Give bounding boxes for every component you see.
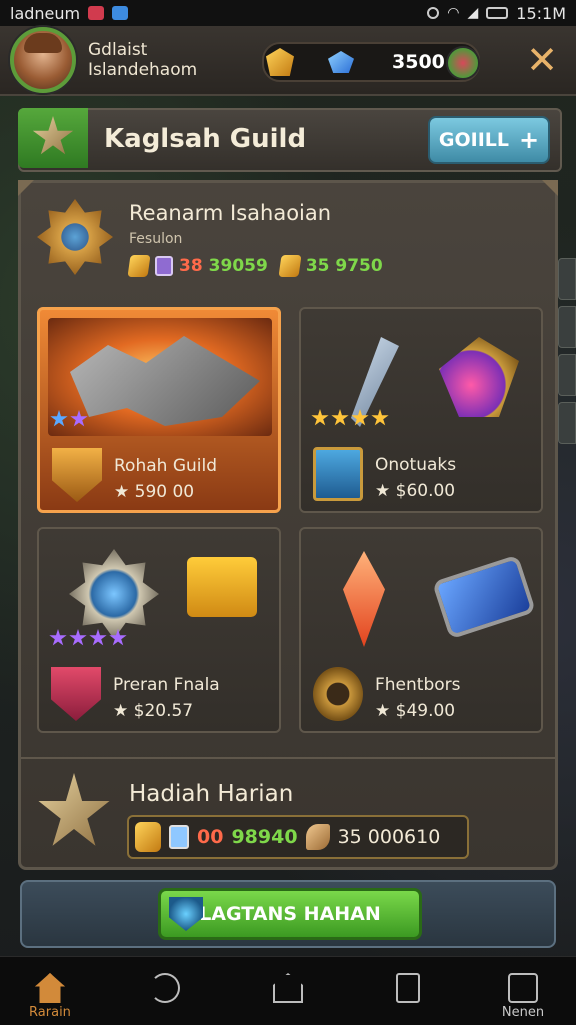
card-price: ★ 590 00 (114, 482, 195, 502)
player-name: Gdlaist Islandehaom (88, 40, 197, 80)
crystal-icon (343, 551, 385, 647)
card-art (309, 537, 537, 655)
profile-icon (508, 973, 538, 1003)
card-name: Fhentbors (375, 675, 461, 695)
crest-icon (51, 667, 101, 721)
clock: 15:1M (516, 3, 566, 23)
app-notification-icon (88, 6, 105, 20)
featured-title: Reanarm Isahaoian (129, 201, 332, 225)
rating-stars (311, 409, 389, 427)
shop-card[interactable]: Rohah Guild ★ 590 00 (37, 307, 281, 513)
gold-icon (266, 48, 294, 76)
shop-card[interactable]: Fhentbors ★ $49.00 (299, 527, 543, 733)
crossbow-icon (70, 336, 260, 426)
horn-icon (305, 824, 330, 850)
side-tab[interactable] (558, 306, 576, 348)
player-name-line1: Gdlaist (88, 40, 148, 60)
signal-icon: ◢ (467, 5, 479, 21)
battery-icon (486, 7, 509, 19)
medal-icon (313, 667, 363, 721)
game-notification-icon (112, 6, 129, 20)
nav-house[interactable] (240, 967, 336, 1005)
shop-panel: Reanarm Isahaoian Fesulon 38 39059 35 97… (18, 180, 558, 870)
shop-card[interactable]: Preran Fnala ★ $20.57 (37, 527, 281, 733)
claim-button-label: LAGTANS HAHAN (199, 903, 381, 925)
alarm-icon (427, 7, 440, 19)
card-price: ★ $49.00 (375, 701, 456, 721)
ticket-icon (169, 825, 189, 849)
guild-add-button[interactable]: GOIILL + (428, 116, 550, 164)
bottom-nav: Rarain Nenen (0, 956, 576, 1025)
currency-value: 3500 (392, 51, 445, 73)
nav-recents[interactable] (360, 967, 456, 1005)
card-name: Preran Fnala (113, 675, 220, 695)
reward-value-red: 00 (197, 826, 224, 848)
top-header: Gdlaist Islandehaom 3500 ✕ (0, 26, 576, 96)
guild-bar: Kaglsah Guild GOIILL + (18, 108, 562, 172)
plus-icon: + (519, 126, 540, 154)
potion-icon (155, 256, 173, 276)
card-name: Onotuaks (375, 455, 457, 475)
action-strip: LAGTANS HAHAN (20, 880, 556, 948)
rating-stars (50, 410, 88, 428)
home-icon (35, 973, 65, 1003)
featured-subtitle: Fesulon (129, 231, 183, 247)
reward-bar[interactable]: 00 98940 35 000610 (127, 815, 469, 859)
side-tabs (558, 258, 576, 478)
gold-icon (135, 822, 161, 852)
rating-stars (49, 629, 127, 647)
carrier-label: ladneum (10, 3, 81, 23)
horn-icon (278, 255, 302, 277)
wifi-icon: ◠ (447, 5, 460, 21)
shop-card[interactable]: Onotuaks ★ $60.00 (299, 307, 543, 513)
add-currency-icon[interactable] (446, 46, 480, 80)
claim-button[interactable]: LAGTANS HAHAN (158, 888, 422, 940)
nav-label: Nenen (501, 1005, 545, 1020)
featured-resources: 38 39059 35 9750 (127, 255, 383, 277)
nav-profile[interactable]: Nenen (475, 967, 571, 1020)
staff-icon (69, 549, 159, 639)
reward-value-green: 98940 (231, 826, 298, 848)
featured-value-red: 38 (179, 256, 203, 276)
status-bar: ladneum ◠ ◢ 15:1M (0, 0, 576, 26)
card-price: ★ $20.57 (113, 701, 194, 721)
reward-emblem-icon (38, 773, 110, 846)
chest-icon (313, 447, 363, 501)
star-icon (32, 116, 74, 155)
sapphire-icon (431, 554, 537, 640)
nav-back[interactable] (117, 967, 213, 1005)
side-tab[interactable] (558, 354, 576, 396)
back-icon (150, 973, 180, 1003)
card-name: Rohah Guild (114, 456, 218, 476)
avatar[interactable] (10, 27, 76, 93)
close-button[interactable]: ✕ (524, 41, 560, 79)
featured-emblem-icon (37, 199, 113, 275)
currency-bar[interactable]: 3500 (262, 42, 480, 82)
amulet-icon (439, 337, 519, 417)
side-tab[interactable] (558, 258, 576, 300)
guild-title: Kaglsah Guild (104, 124, 307, 154)
gold-icon (127, 255, 151, 277)
gift-box-icon (187, 557, 257, 617)
nav-label: Rarain (29, 1005, 71, 1020)
nav-home[interactable]: Rarain (2, 967, 98, 1020)
featured-value-green: 39059 (208, 256, 268, 276)
recents-icon (396, 973, 420, 1003)
house-icon (273, 973, 303, 1003)
guild-emblem-icon (18, 108, 88, 168)
side-tab[interactable] (558, 402, 576, 444)
shield-icon (169, 897, 203, 931)
featured-value-green-2: 35 9750 (305, 256, 383, 276)
reward-title: Hadiah Harian (129, 781, 294, 807)
card-price: ★ $60.00 (375, 481, 456, 501)
shield-icon (52, 448, 102, 502)
daily-reward-section: Hadiah Harian 00 98940 35 000610 (21, 757, 555, 869)
gem-icon (328, 51, 354, 73)
guild-button-label: GOIILL (438, 129, 509, 151)
player-name-line2: Islandehaom (88, 60, 198, 80)
reward-value-white: 35 000610 (337, 826, 441, 848)
